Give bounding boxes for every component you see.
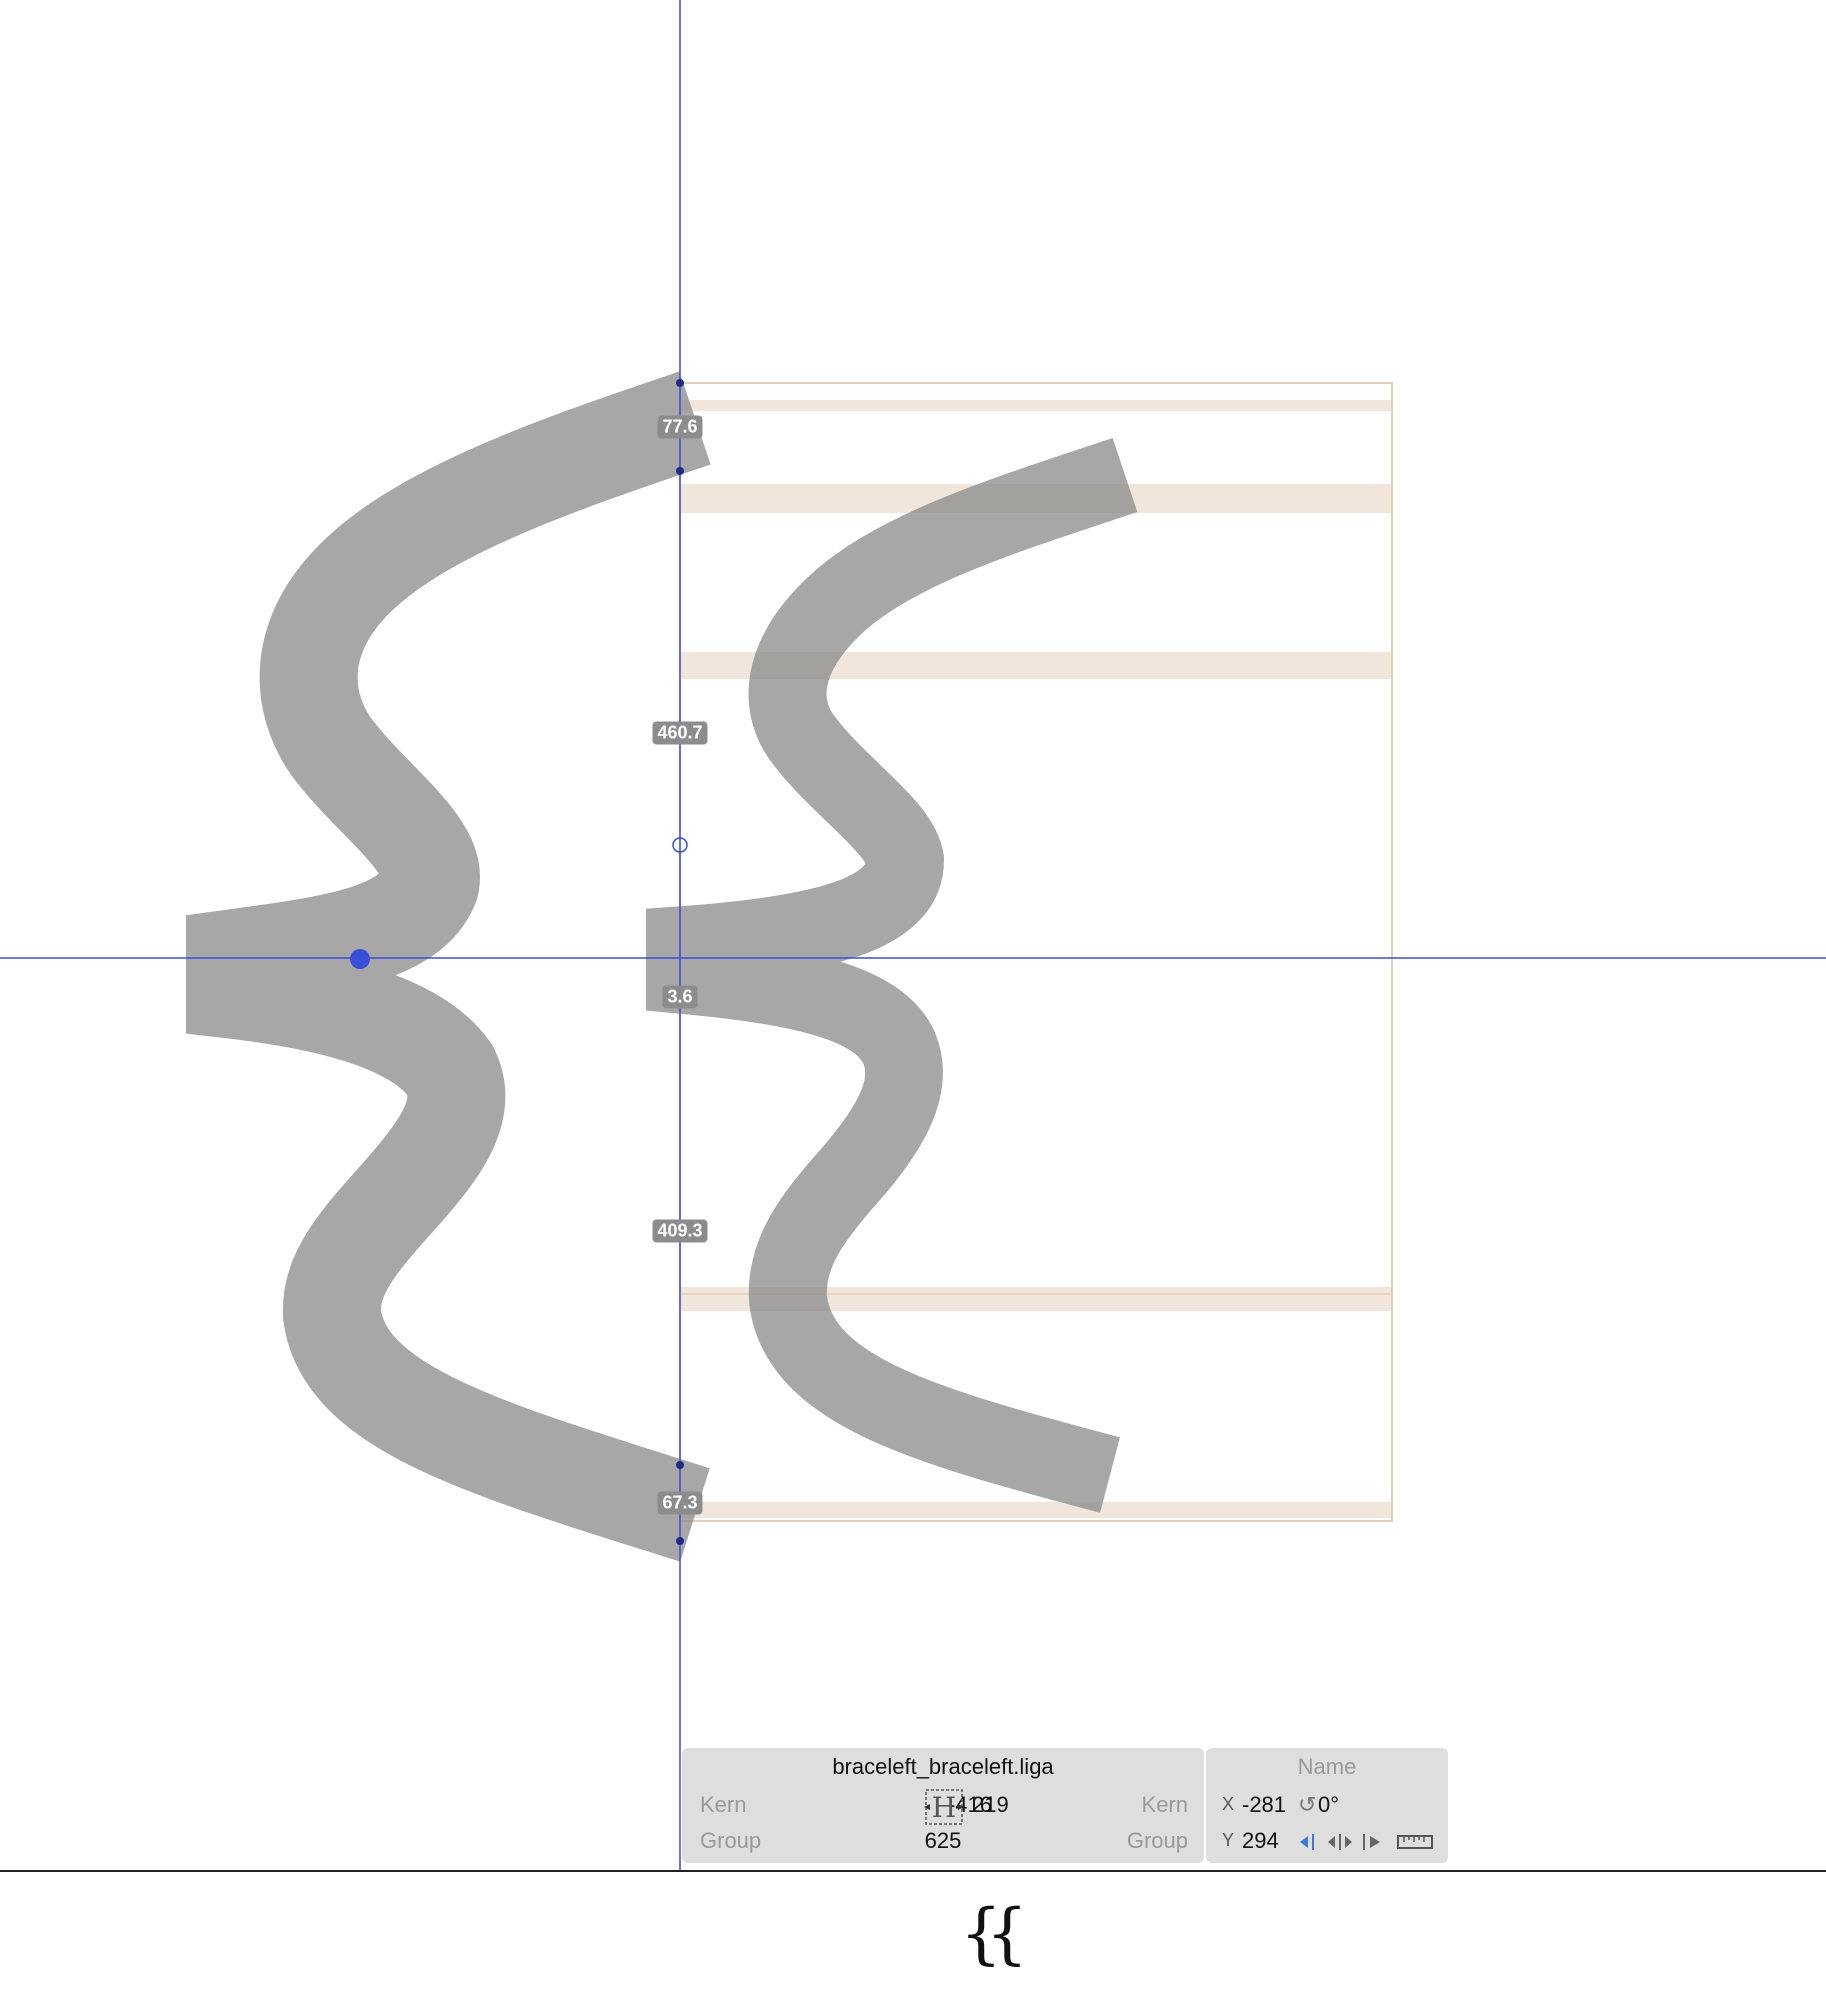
right-group-label: Group [1126,1828,1188,1853]
measure-upper-span: 460.7 [652,721,708,745]
glyph-name-field[interactable]: braceleft_braceleft.liga [682,1754,1204,1780]
align-center-icon[interactable] [1326,1832,1354,1852]
preview-glyph: {{ [960,1895,1028,1972]
measure-node-top-2[interactable] [676,467,684,475]
angle-field[interactable]: 0° [1318,1792,1339,1818]
left-group-label: Group [700,1828,762,1853]
align-right-icon[interactable] [1358,1832,1382,1852]
metric-band-ascender [680,400,1392,411]
selected-node[interactable] [350,949,370,969]
glyph-edit-canvas[interactable] [0,0,1826,1870]
glyph-info-panel: braceleft_braceleft.liga Kern Group -416… [682,1748,1826,1866]
measure-top-cap: 77.6 [657,415,703,439]
right-kern-label: Kern [1141,1792,1188,1817]
measure-middle-gap: 3.6 [662,985,698,1009]
right-brace-stroke[interactable] [646,438,1138,1513]
name-field[interactable]: Name [1206,1754,1448,1780]
x-field[interactable]: -281 [1242,1792,1286,1818]
left-kern-label: Kern [700,1792,747,1817]
left-brace-stroke[interactable] [186,371,711,1562]
svg-text:H: H [932,1791,956,1824]
measure-node-top-1[interactable] [676,379,684,387]
preview-strip[interactable]: {{ [0,1870,1826,1994]
measure-bottom-cap: 67.3 [657,1491,703,1515]
rotate-icon: ↺ [1298,1792,1317,1817]
width-field[interactable]: 625 [862,1828,1024,1854]
ruler-icon[interactable] [1397,1832,1433,1852]
measure-lower-span: 409.3 [652,1219,708,1243]
rsb-field[interactable]: 219 [972,1792,1009,1818]
y-field[interactable]: 294 [1242,1828,1279,1854]
y-label: Y [1222,1830,1235,1850]
align-left-icon[interactable] [1298,1832,1322,1852]
x-label: X [1222,1794,1235,1814]
metric-band-descender [680,1502,1392,1518]
measure-node-bottom-1[interactable] [676,1461,684,1469]
metrics-link-icon[interactable]: H [922,1788,966,1828]
measure-node-bottom-2[interactable] [676,1537,684,1545]
